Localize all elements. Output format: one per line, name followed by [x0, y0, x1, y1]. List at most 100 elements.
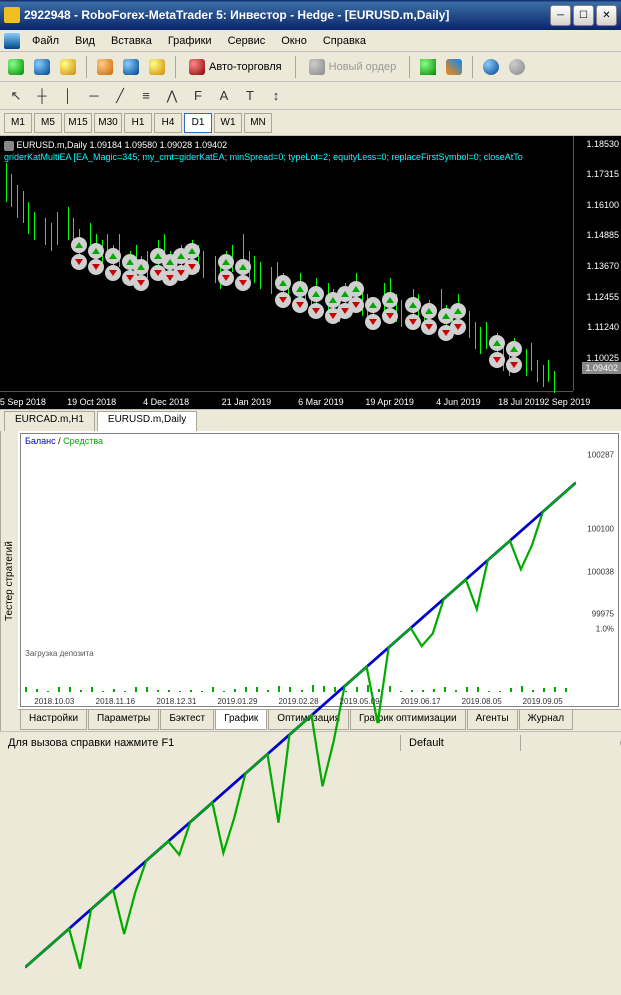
timeframe-H4[interactable]: H4	[154, 113, 182, 133]
trade-marker-sell-icon[interactable]	[450, 319, 466, 335]
trade-marker-sell-icon[interactable]	[218, 270, 234, 286]
app-menu-icon[interactable]	[4, 33, 20, 49]
indicators-button[interactable]	[442, 55, 466, 79]
trade-marker-sell-icon[interactable]	[308, 303, 324, 319]
draw-tool-3[interactable]: ─	[82, 84, 106, 108]
tester-equity-chart[interactable]: Баланс / Средства Загрузка депозита 1002…	[20, 433, 619, 707]
new-order-button[interactable]: Новый ордер	[302, 55, 404, 79]
chart-header: EURUSD.m,Daily 1.09184 1.09580 1.09028 1…	[4, 140, 571, 163]
trade-marker-sell-icon[interactable]	[421, 319, 437, 335]
close-button[interactable]: ✕	[596, 5, 617, 26]
deposit-bars	[25, 662, 576, 692]
trade-marker-buy-icon[interactable]	[133, 259, 149, 275]
draw-tool-5[interactable]: ≡	[134, 84, 158, 108]
trade-marker-buy-icon[interactable]	[348, 281, 364, 297]
maximize-button[interactable]: ☐	[573, 5, 594, 26]
trade-marker-buy-icon[interactable]	[506, 341, 522, 357]
trade-marker-sell-icon[interactable]	[365, 314, 381, 330]
draw-tool-10[interactable]: ↕	[264, 84, 288, 108]
window-title: 2922948 - RoboForex-MetaTrader 5: Инвест…	[24, 8, 548, 22]
draw-tool-8[interactable]: A	[212, 84, 236, 108]
window-titlebar: 2922948 - RoboForex-MetaTrader 5: Инвест…	[0, 0, 621, 30]
menu-bar: ФайлВидВставкаГрафикиСервисОкноСправка	[0, 30, 621, 52]
trade-marker-buy-icon[interactable]	[292, 281, 308, 297]
deposit-load-label: Загрузка депозита	[25, 649, 94, 658]
chart-tab[interactable]: EURUSD.m,Daily	[97, 411, 197, 431]
chart-tab[interactable]: EURCAD.m,H1	[4, 411, 95, 431]
tester-sidebar-handle[interactable]: Тестер стратегий	[0, 431, 18, 731]
main-toolbar: Авто-торговля Новый ордер	[0, 52, 621, 82]
draw-tool-0[interactable]: ↖	[4, 84, 28, 108]
chart-y-axis: 1.185301.173151.161001.148851.136701.124…	[573, 136, 621, 391]
trade-marker-buy-icon[interactable]	[71, 237, 87, 253]
draw-tool-1[interactable]: ┼	[30, 84, 54, 108]
timeframe-W1[interactable]: W1	[214, 113, 242, 133]
timeframe-M1[interactable]: M1	[4, 113, 32, 133]
trade-marker-sell-icon[interactable]	[292, 297, 308, 313]
menu-Окно[interactable]: Окно	[273, 33, 315, 49]
timeframe-H1[interactable]: H1	[124, 113, 152, 133]
timeframe-M15[interactable]: M15	[64, 113, 92, 133]
current-price-tag: 1.09402	[582, 362, 621, 374]
autotrading-button[interactable]: Авто-торговля	[182, 55, 289, 79]
tester-y-axis: 100287100100100038999751.0%	[576, 434, 618, 646]
toolbox-button[interactable]	[119, 55, 143, 79]
menu-Вид[interactable]: Вид	[67, 33, 103, 49]
timeframe-bar: M1M5M15M30H1H4D1W1MN	[0, 110, 621, 136]
trade-marker-sell-icon[interactable]	[105, 265, 121, 281]
trade-marker-sell-icon[interactable]	[133, 275, 149, 291]
trade-marker-buy-icon[interactable]	[275, 275, 291, 291]
menu-Сервис[interactable]: Сервис	[220, 33, 274, 49]
trade-marker-sell-icon[interactable]	[88, 259, 104, 275]
trade-marker-sell-icon[interactable]	[235, 275, 251, 291]
trade-marker-sell-icon[interactable]	[184, 259, 200, 275]
tester-button[interactable]	[145, 55, 169, 79]
draw-tool-4[interactable]: ╱	[108, 84, 132, 108]
trade-marker-sell-icon[interactable]	[506, 357, 522, 373]
trade-marker-sell-icon[interactable]	[275, 292, 291, 308]
draw-tool-7[interactable]: F	[186, 84, 210, 108]
draw-tool-9[interactable]: T	[238, 84, 262, 108]
menu-Справка[interactable]: Справка	[315, 33, 374, 49]
chart-tabs: EURCAD.m,H1EURUSD.m,Daily	[0, 409, 621, 431]
chart-x-axis: 5 Sep 201819 Oct 20184 Dec 201821 Jan 20…	[0, 391, 573, 409]
navigator-button[interactable]	[93, 55, 117, 79]
trade-marker-buy-icon[interactable]	[405, 297, 421, 313]
profiles-button[interactable]	[30, 55, 54, 79]
trade-marker-sell-icon[interactable]	[405, 314, 421, 330]
new-chart-button[interactable]	[4, 55, 28, 79]
depth-button[interactable]	[416, 55, 440, 79]
timeframe-D1[interactable]: D1	[184, 113, 212, 133]
tester-x-axis: 2018.10.032018.11.162018.12.312019.01.29…	[21, 692, 576, 706]
trade-marker-buy-icon[interactable]	[382, 292, 398, 308]
trade-marker-buy-icon[interactable]	[88, 243, 104, 259]
trade-marker-sell-icon[interactable]	[489, 352, 505, 368]
menu-Графики[interactable]: Графики	[160, 33, 220, 49]
menu-Файл[interactable]: Файл	[24, 33, 67, 49]
market-watch-button[interactable]	[56, 55, 80, 79]
minimize-button[interactable]: ─	[550, 5, 571, 26]
trade-marker-sell-icon[interactable]	[348, 297, 364, 313]
draw-tool-6[interactable]: ⋀	[160, 84, 184, 108]
trade-marker-buy-icon[interactable]	[489, 335, 505, 351]
search-button[interactable]	[505, 55, 529, 79]
menu-Вставка[interactable]: Вставка	[103, 33, 160, 49]
trade-marker-buy-icon[interactable]	[235, 259, 251, 275]
app-icon	[4, 7, 20, 23]
trade-marker-sell-icon[interactable]	[382, 308, 398, 324]
timeframe-M5[interactable]: M5	[34, 113, 62, 133]
chat-button[interactable]	[479, 55, 503, 79]
trade-marker-sell-icon[interactable]	[71, 254, 87, 270]
timeframe-MN[interactable]: MN	[244, 113, 272, 133]
trade-marker-buy-icon[interactable]	[421, 303, 437, 319]
timeframe-M30[interactable]: M30	[94, 113, 122, 133]
price-chart[interactable]: EURUSD.m,Daily 1.09184 1.09580 1.09028 1…	[0, 136, 621, 409]
trade-marker-buy-icon[interactable]	[218, 254, 234, 270]
drawing-toolbar: ↖┼│─╱≡⋀FAT↕	[0, 82, 621, 110]
trade-marker-buy-icon[interactable]	[105, 248, 121, 264]
trade-marker-buy-icon[interactable]	[450, 303, 466, 319]
trade-marker-buy-icon[interactable]	[308, 286, 324, 302]
draw-tool-2[interactable]: │	[56, 84, 80, 108]
trade-marker-buy-icon[interactable]	[184, 243, 200, 259]
trade-marker-buy-icon[interactable]	[365, 297, 381, 313]
